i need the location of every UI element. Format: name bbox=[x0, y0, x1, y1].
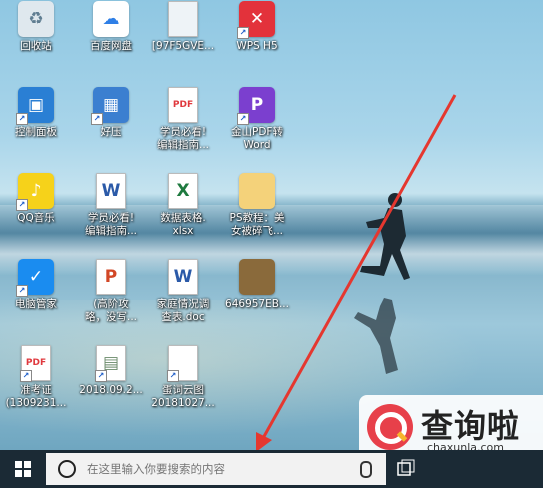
desktop-icon-label: 学员必看! 编辑指南... bbox=[156, 126, 209, 151]
start-button[interactable] bbox=[0, 450, 46, 488]
shortcut-arrow-icon: ↗ bbox=[95, 370, 107, 382]
desktop-icon[interactable]: P ↗ 金山PDF转 Word bbox=[216, 87, 298, 152]
desktop-icon-label: 646957EB... bbox=[225, 298, 289, 310]
folder-icon bbox=[239, 173, 275, 209]
desktop-icon-label: 好压 bbox=[100, 126, 122, 138]
desktop-icon-label: 数据表格. xlsx bbox=[160, 212, 206, 237]
desktop-icon-label: 学员必看! 编辑指南... bbox=[84, 212, 137, 237]
word-doc-icon: W bbox=[168, 259, 198, 295]
file-icon bbox=[168, 1, 198, 37]
haozip-icon: ▦ ↗ bbox=[91, 87, 129, 125]
desktop-icon-label: 蛋词云图 20181027... bbox=[151, 384, 215, 409]
desktop-icon-label: 2018.09.2... bbox=[79, 384, 143, 396]
pdf-icon: PDF ↗ bbox=[20, 345, 51, 382]
desktop-icon-label: 电脑管家 bbox=[15, 298, 57, 310]
qq-music-icon: ♪ ↗ bbox=[16, 173, 54, 211]
desktop-icon-label: QQ音乐 bbox=[17, 212, 55, 224]
desktop-icon[interactable]: PDF 学员必看! 编辑指南... bbox=[142, 87, 224, 152]
shortcut-arrow-icon: ↗ bbox=[237, 27, 249, 39]
shortcut-arrow-icon: ↗ bbox=[16, 285, 28, 297]
wps-h5-icon: ✕ ↗ bbox=[237, 1, 275, 39]
cortana-icon[interactable] bbox=[58, 460, 76, 478]
desktop-icon[interactable]: ✕ ↗ WPS H5 bbox=[216, 1, 298, 53]
shortcut-arrow-icon: ↗ bbox=[16, 199, 28, 211]
control-panel-icon: ▣ ↗ bbox=[16, 87, 54, 125]
taskbar-search-box[interactable] bbox=[46, 453, 386, 485]
shortcut-arrow-icon: ↗ bbox=[20, 370, 32, 382]
excel-icon: X bbox=[168, 173, 198, 209]
desktop-icon[interactable]: ♪ ↗ QQ音乐 bbox=[0, 173, 77, 225]
desktop-icon[interactable]: PDF ↗ 准考证 (1309231... bbox=[0, 345, 77, 410]
desktop-icon-label: 金山PDF转 Word bbox=[231, 126, 283, 151]
windows-logo-icon bbox=[15, 461, 31, 477]
desktop-icon[interactable]: P (高阶攻 略，没写... bbox=[70, 259, 152, 324]
desktop-icon[interactable]: 646957EB... bbox=[216, 259, 298, 311]
desktop-icon[interactable]: ▤ ↗ 2018.09.2... bbox=[70, 345, 152, 397]
desktop-icon[interactable]: ↗ 蛋词云图 20181027... bbox=[142, 345, 224, 410]
microphone-icon[interactable] bbox=[360, 461, 372, 478]
chaxunla-logo-icon bbox=[367, 404, 413, 450]
search-input[interactable] bbox=[85, 461, 329, 477]
shortcut-arrow-icon: ↗ bbox=[167, 370, 179, 382]
pc-manager-icon: ✓ ↗ bbox=[16, 259, 54, 297]
desktop-icon[interactable]: PS教程：美 女被碎飞... bbox=[216, 173, 298, 238]
shortcut-arrow-icon: ↗ bbox=[16, 113, 28, 125]
desktop-icon[interactable]: ♻ 回收站 bbox=[0, 1, 77, 53]
desktop-icon-label: 百度网盘 bbox=[90, 40, 132, 52]
image-file-icon: ▤ ↗ bbox=[95, 345, 126, 382]
desktop-icon[interactable]: ▣ ↗ 控制面板 bbox=[0, 87, 77, 139]
desktop-icon[interactable]: ✓ ↗ 电脑管家 bbox=[0, 259, 77, 311]
desktop-icon-label: [97F5GVE... bbox=[151, 40, 215, 52]
desktop-icon-label: WPS H5 bbox=[236, 40, 278, 52]
desktop-icon-label: PS教程：美 女被碎飞... bbox=[229, 212, 285, 237]
shortcut-arrow-icon: ↗ bbox=[237, 113, 249, 125]
desktop-icon[interactable]: W 学员必看! 编辑指南... bbox=[70, 173, 152, 238]
ppt-icon: P bbox=[96, 259, 126, 295]
blank-file-icon: ↗ bbox=[167, 345, 198, 382]
desktop-icon[interactable]: X 数据表格. xlsx bbox=[142, 173, 224, 238]
desktop-icon-label: (高阶攻 略，没写... bbox=[84, 298, 137, 323]
desktop-icon-label: 家庭情况调 查表.doc bbox=[156, 298, 210, 323]
shortcut-arrow-icon: ↗ bbox=[91, 113, 103, 125]
desktop-icon[interactable]: [97F5GVE... bbox=[142, 1, 224, 53]
pdf-icon: PDF bbox=[168, 87, 198, 123]
desktop-icon-label: 控制面板 bbox=[15, 126, 57, 138]
kingsoft-pdf-icon: P ↗ bbox=[237, 87, 275, 125]
desktop-icon-label: 准考证 (1309231... bbox=[5, 384, 67, 409]
taskbar bbox=[0, 450, 543, 488]
recycle-bin-icon: ♻ bbox=[18, 1, 54, 37]
task-view-icon[interactable] bbox=[396, 459, 416, 479]
image-icon bbox=[239, 259, 275, 295]
desktop-icon[interactable]: W 家庭情况调 查表.doc bbox=[142, 259, 224, 324]
desktop-icon[interactable]: ☁ 百度网盘 bbox=[70, 1, 152, 53]
desktop-icon[interactable]: ▦ ↗ 好压 bbox=[70, 87, 152, 139]
desktop-icon-label: 回收站 bbox=[20, 40, 52, 52]
baidu-netdisk-icon: ☁ bbox=[93, 1, 129, 37]
word-doc-icon: W bbox=[96, 173, 126, 209]
